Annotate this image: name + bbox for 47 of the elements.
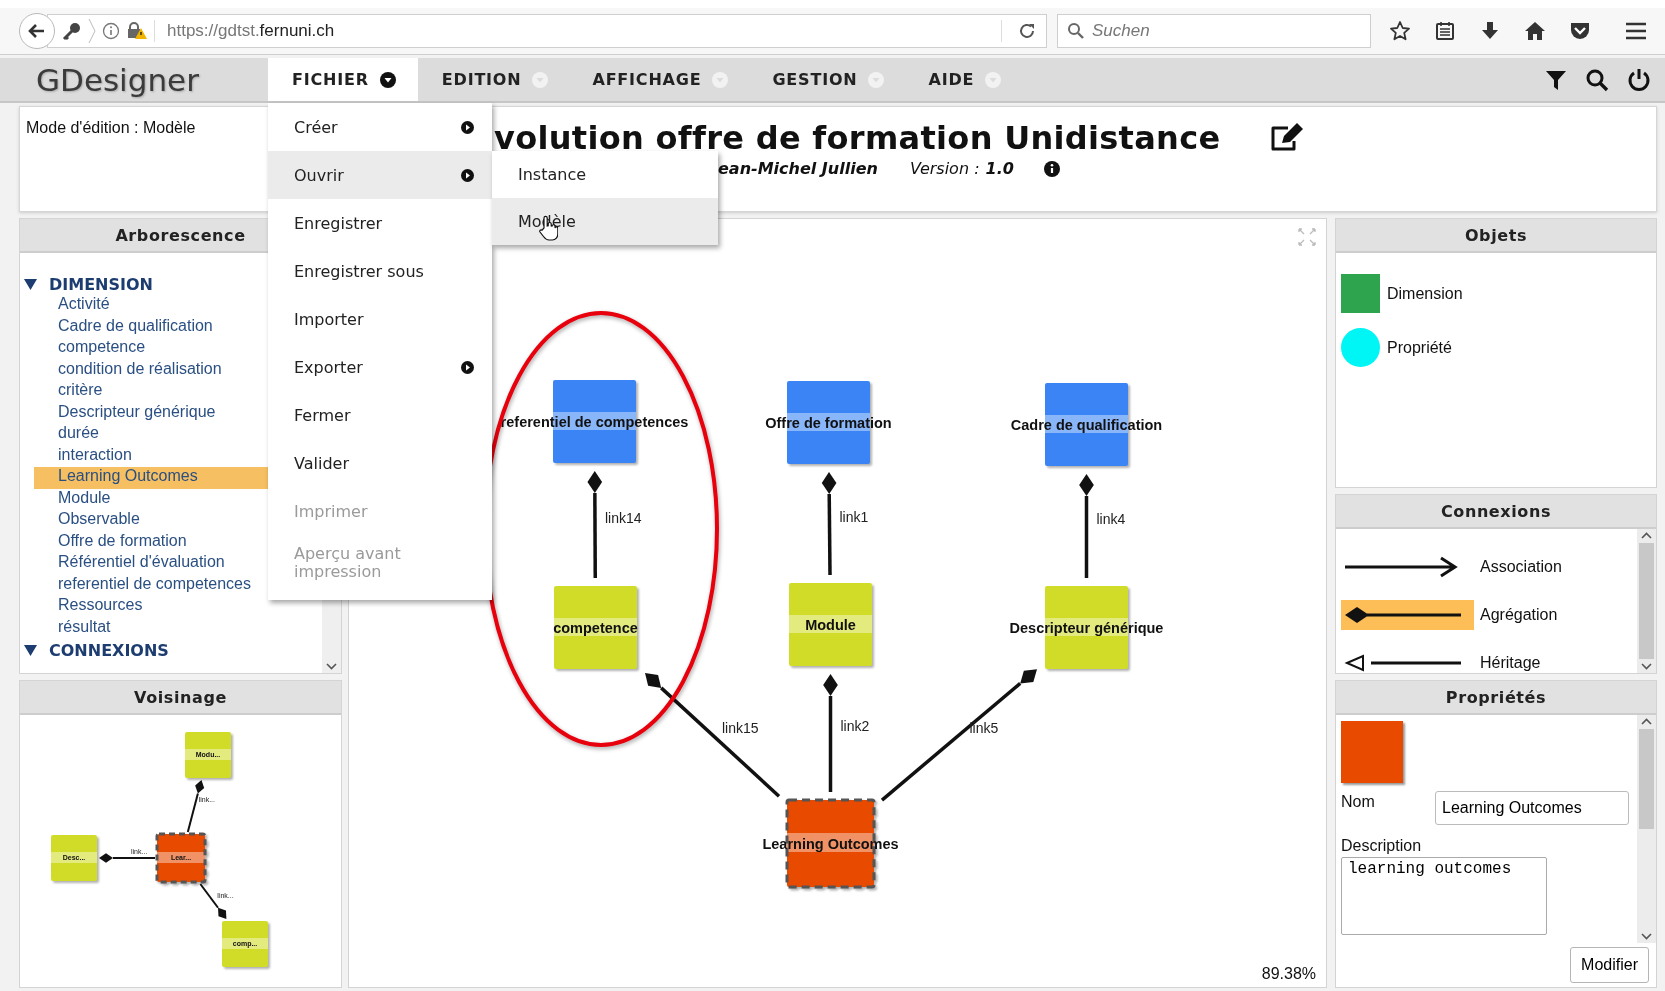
field-label: Nom — [1341, 792, 1376, 811]
menu-item[interactable]: Ouvrir — [268, 151, 492, 199]
panel-header: Voisinage — [20, 681, 341, 715]
address-bar[interactable]: https://gdtst.fernuni.ch — [47, 14, 1047, 48]
menu-item[interactable]: Fermer — [268, 391, 492, 439]
tree-section[interactable]: DIMENSION — [49, 274, 153, 294]
connection-type-label[interactable]: Association — [1480, 558, 1562, 576]
app-logo: GDesigner — [35, 60, 200, 100]
panel-header: Objets — [1336, 219, 1656, 253]
node-label: Cadre de qualification — [1010, 416, 1163, 433]
menu-item[interactable]: Importer — [268, 295, 492, 343]
connection-type-label[interactable]: Héritage — [1480, 654, 1541, 672]
mode-label: Mode d'édition : Modèle — [26, 119, 196, 137]
zoom-level: 89.38% — [1261, 965, 1316, 983]
description-field[interactable]: learning outcomes — [1341, 857, 1547, 935]
menu-tab[interactable]: FICHIER — [268, 58, 418, 101]
author-name: ean-Michel Jullien — [718, 159, 878, 178]
node-label: competence — [553, 619, 638, 636]
field-label: Description — [1341, 837, 1423, 855]
menu-item[interactable]: Créer — [268, 103, 492, 151]
menu-item[interactable]: Exporter — [268, 343, 492, 391]
node-label: Module — [805, 616, 856, 633]
modify-button[interactable]: Modifier — [1570, 947, 1649, 983]
menu-tab[interactable]: AIDE — [904, 58, 1022, 101]
tree-section[interactable]: CONNEXIONS — [49, 640, 169, 660]
object-type-label[interactable]: Dimension — [1387, 284, 1463, 303]
link-label: link1 — [839, 508, 869, 525]
name-field[interactable]: Learning Outcomes — [1435, 791, 1629, 825]
menu-tab[interactable]: AFFICHAGE — [568, 58, 749, 101]
object-type-label[interactable]: Propriété — [1387, 338, 1452, 357]
version-number: 1.0 — [985, 159, 1014, 178]
panel-header: Connexions — [1336, 495, 1656, 529]
link-label: link2 — [840, 718, 870, 734]
version-label: Version : — [909, 159, 980, 178]
search-field[interactable]: Suchen — [1057, 14, 1371, 48]
menu-tab[interactable]: EDITION — [417, 58, 569, 101]
link-label: link5 — [969, 719, 999, 736]
menu-tab[interactable]: GESTION — [748, 58, 905, 101]
link-label: link14 — [605, 509, 642, 526]
url-text: https://gdtst.fernuni.ch — [167, 21, 335, 41]
node-label: referentiel de competences — [500, 413, 689, 430]
panel-header: Propriétés — [1336, 681, 1656, 715]
connection-type-label[interactable]: Agrégation — [1480, 606, 1558, 624]
tree-item[interactable]: résultat — [34, 617, 322, 639]
link-label: link15 — [722, 719, 759, 736]
link-label: link4 — [1096, 511, 1126, 527]
node-label: Offre de formation — [765, 414, 892, 431]
